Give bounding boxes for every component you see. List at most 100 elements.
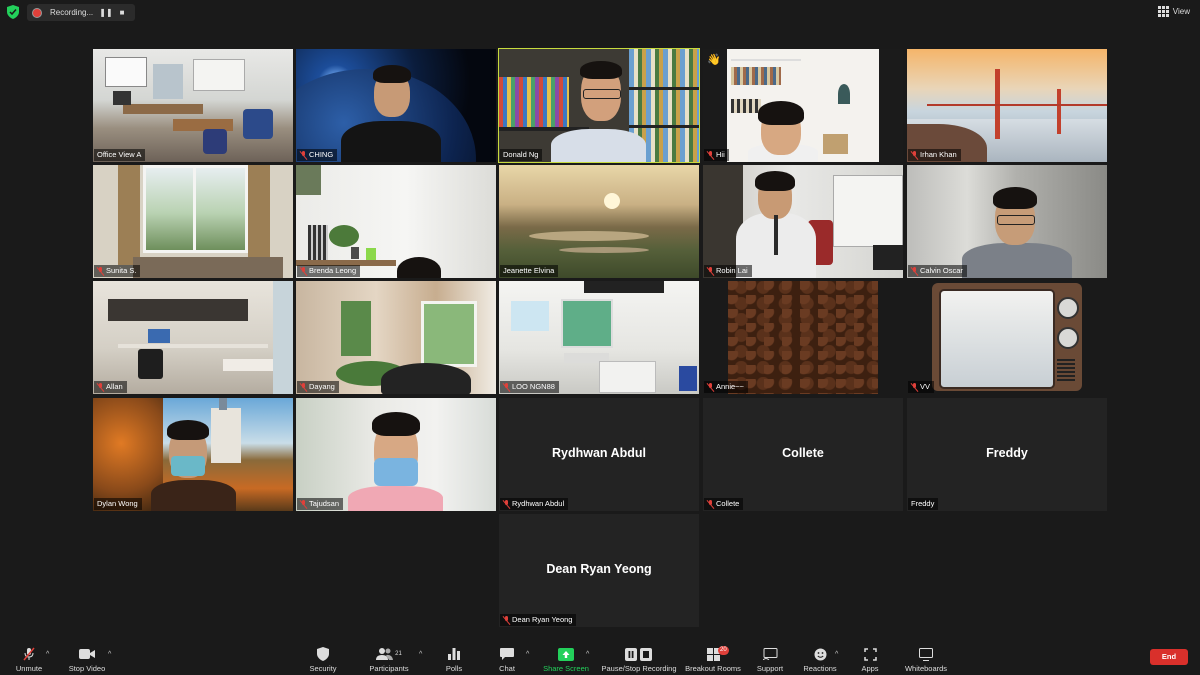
bar-chart-icon bbox=[440, 647, 468, 661]
video-tile[interactable]: LOO NGN88 bbox=[499, 281, 699, 394]
video-tile[interactable]: VV bbox=[907, 281, 1107, 394]
share-screen-button[interactable]: Share Screen bbox=[542, 647, 590, 673]
participant-name: Irhan Khan bbox=[920, 150, 957, 159]
marsh-sunset-background bbox=[499, 165, 699, 278]
stop-video-button[interactable]: Stop Video bbox=[64, 647, 110, 673]
video-tile[interactable]: Sunita S. bbox=[93, 165, 293, 278]
whiteboards-button[interactable]: Whiteboards bbox=[902, 647, 950, 673]
muted-mic-icon bbox=[707, 382, 714, 392]
coffee-beans-background bbox=[703, 281, 903, 394]
video-camera-icon bbox=[64, 647, 110, 661]
blurred-office-background bbox=[296, 398, 496, 511]
meeting-toolbar: Unmute ^ Stop Video ^ Security 21 Partic… bbox=[0, 639, 1200, 675]
participant-name-tag: Dylan Wong bbox=[94, 498, 142, 510]
participant-name: Donald Ng bbox=[503, 150, 539, 159]
reactions-options-caret-icon[interactable]: ^ bbox=[835, 651, 838, 658]
participant-name: Dylan Wong bbox=[97, 499, 138, 508]
muted-mic-icon bbox=[300, 266, 307, 276]
unmute-button[interactable]: Unmute bbox=[12, 647, 46, 673]
participant-name: Office View A bbox=[97, 150, 142, 159]
video-tile[interactable]: Dayang bbox=[296, 281, 496, 394]
participant-name: Freddy bbox=[911, 499, 935, 508]
reactions-button[interactable]: Reactions bbox=[802, 647, 838, 673]
end-meeting-button[interactable]: End bbox=[1150, 649, 1188, 665]
video-tile[interactable]: Calvin Oscar bbox=[907, 165, 1107, 278]
muted-mic-icon bbox=[503, 382, 510, 392]
participant-name-tag: Donald Ng bbox=[500, 149, 543, 161]
video-tile[interactable]: 👋 Hii bbox=[703, 49, 903, 162]
participant-name: Calvin Oscar bbox=[920, 266, 963, 275]
muted-mic-icon bbox=[97, 266, 104, 276]
unmute-label: Unmute bbox=[15, 664, 43, 673]
grid-view-icon bbox=[1157, 6, 1169, 17]
muted-mic-icon bbox=[503, 615, 510, 625]
video-tile[interactable]: Annie~~ bbox=[703, 281, 903, 394]
participants-options-caret-icon[interactable]: ^ bbox=[419, 651, 422, 658]
chat-button[interactable]: Chat bbox=[493, 647, 521, 673]
security-button[interactable]: Security bbox=[305, 647, 341, 673]
audio-options-caret-icon[interactable]: ^ bbox=[46, 651, 49, 658]
video-tile-camera-off[interactable]: Rydhwan Abdul Rydhwan Abdul bbox=[499, 398, 699, 511]
participant-name-tag: Dean Ryan Yeong bbox=[500, 614, 577, 626]
participants-button[interactable]: 21 Participants bbox=[366, 647, 412, 673]
office-scene bbox=[93, 49, 293, 162]
video-tile-active-speaker[interactable]: Donald Ng bbox=[498, 48, 700, 163]
video-tile[interactable]: Irhan Khan bbox=[907, 49, 1107, 162]
video-tile-camera-off[interactable]: Freddy Freddy bbox=[907, 398, 1107, 511]
video-tile[interactable]: Office View A bbox=[93, 49, 293, 162]
support-button[interactable]: Support bbox=[754, 647, 786, 673]
chat-bubble-icon bbox=[493, 647, 521, 661]
breakout-rooms-button[interactable]: 20 Breakout Rooms bbox=[684, 646, 742, 673]
participant-name: Hii bbox=[716, 150, 725, 159]
shield-check-icon[interactable] bbox=[7, 5, 19, 19]
video-tile[interactable]: Allan bbox=[93, 281, 293, 394]
modern-study-background bbox=[93, 281, 293, 394]
muted-microphone-icon bbox=[12, 647, 46, 661]
apps-button[interactable]: Apps bbox=[858, 647, 882, 673]
muted-mic-icon bbox=[707, 266, 714, 276]
pause-stop-icon bbox=[600, 647, 678, 661]
support-label: Support bbox=[756, 664, 784, 673]
muted-mic-icon bbox=[707, 150, 714, 160]
video-options-caret-icon[interactable]: ^ bbox=[108, 651, 111, 658]
stop-recording-button[interactable]: ■ bbox=[114, 8, 130, 17]
chat-options-caret-icon[interactable]: ^ bbox=[526, 651, 529, 658]
pause-recording-button[interactable]: ❚❚ bbox=[98, 8, 114, 17]
office-room-scene bbox=[703, 165, 903, 278]
video-tile-camera-off[interactable]: Dean Ryan Yeong Dean Ryan Yeong bbox=[499, 514, 699, 627]
video-tile[interactable]: Dylan Wong bbox=[93, 398, 293, 511]
participant-name: Robin Lai bbox=[716, 266, 748, 275]
share-options-caret-icon[interactable]: ^ bbox=[586, 651, 589, 658]
security-label: Security bbox=[309, 664, 337, 673]
participant-name: Annie~~ bbox=[716, 382, 744, 391]
muted-mic-icon bbox=[911, 266, 918, 276]
video-tile[interactable]: Robin Lai bbox=[703, 165, 903, 278]
participant-name: Brenda Leong bbox=[309, 266, 357, 275]
shield-icon bbox=[305, 647, 341, 661]
participant-name: Allan bbox=[106, 382, 123, 391]
muted-mic-icon bbox=[300, 382, 307, 392]
participant-name-tag: Freddy bbox=[908, 498, 939, 510]
participant-name: Collete bbox=[716, 499, 740, 508]
participant-name-tag: Allan bbox=[94, 381, 127, 393]
view-button[interactable]: View bbox=[1157, 6, 1190, 17]
view-label: View bbox=[1172, 7, 1190, 16]
participant-display-name: Dean Ryan Yeong bbox=[546, 562, 652, 576]
living-room-background bbox=[296, 281, 496, 394]
polls-button[interactable]: Polls bbox=[440, 647, 468, 673]
participant-name-tag: Annie~~ bbox=[704, 381, 748, 393]
video-tile[interactable]: Tajudsan bbox=[296, 398, 496, 511]
muted-mic-icon bbox=[97, 382, 104, 392]
muted-mic-icon bbox=[503, 499, 510, 509]
video-tile-camera-off[interactable]: Collete Collete bbox=[703, 398, 903, 511]
recording-label: Recording... bbox=[50, 8, 94, 17]
video-tile[interactable]: CHING bbox=[296, 49, 496, 162]
participant-name-tag: Robin Lai bbox=[704, 265, 752, 277]
video-tile[interactable]: Brenda Leong bbox=[296, 165, 496, 278]
participants-count: 21 bbox=[395, 651, 402, 657]
participant-name: LOO NGN88 bbox=[512, 382, 555, 391]
pause-stop-recording-button[interactable]: Pause/Stop Recording bbox=[600, 647, 678, 673]
participant-name: Jeanette Elvina bbox=[503, 266, 555, 275]
video-tile[interactable]: Jeanette Elvina bbox=[499, 165, 699, 278]
earth-space-background bbox=[296, 49, 496, 162]
